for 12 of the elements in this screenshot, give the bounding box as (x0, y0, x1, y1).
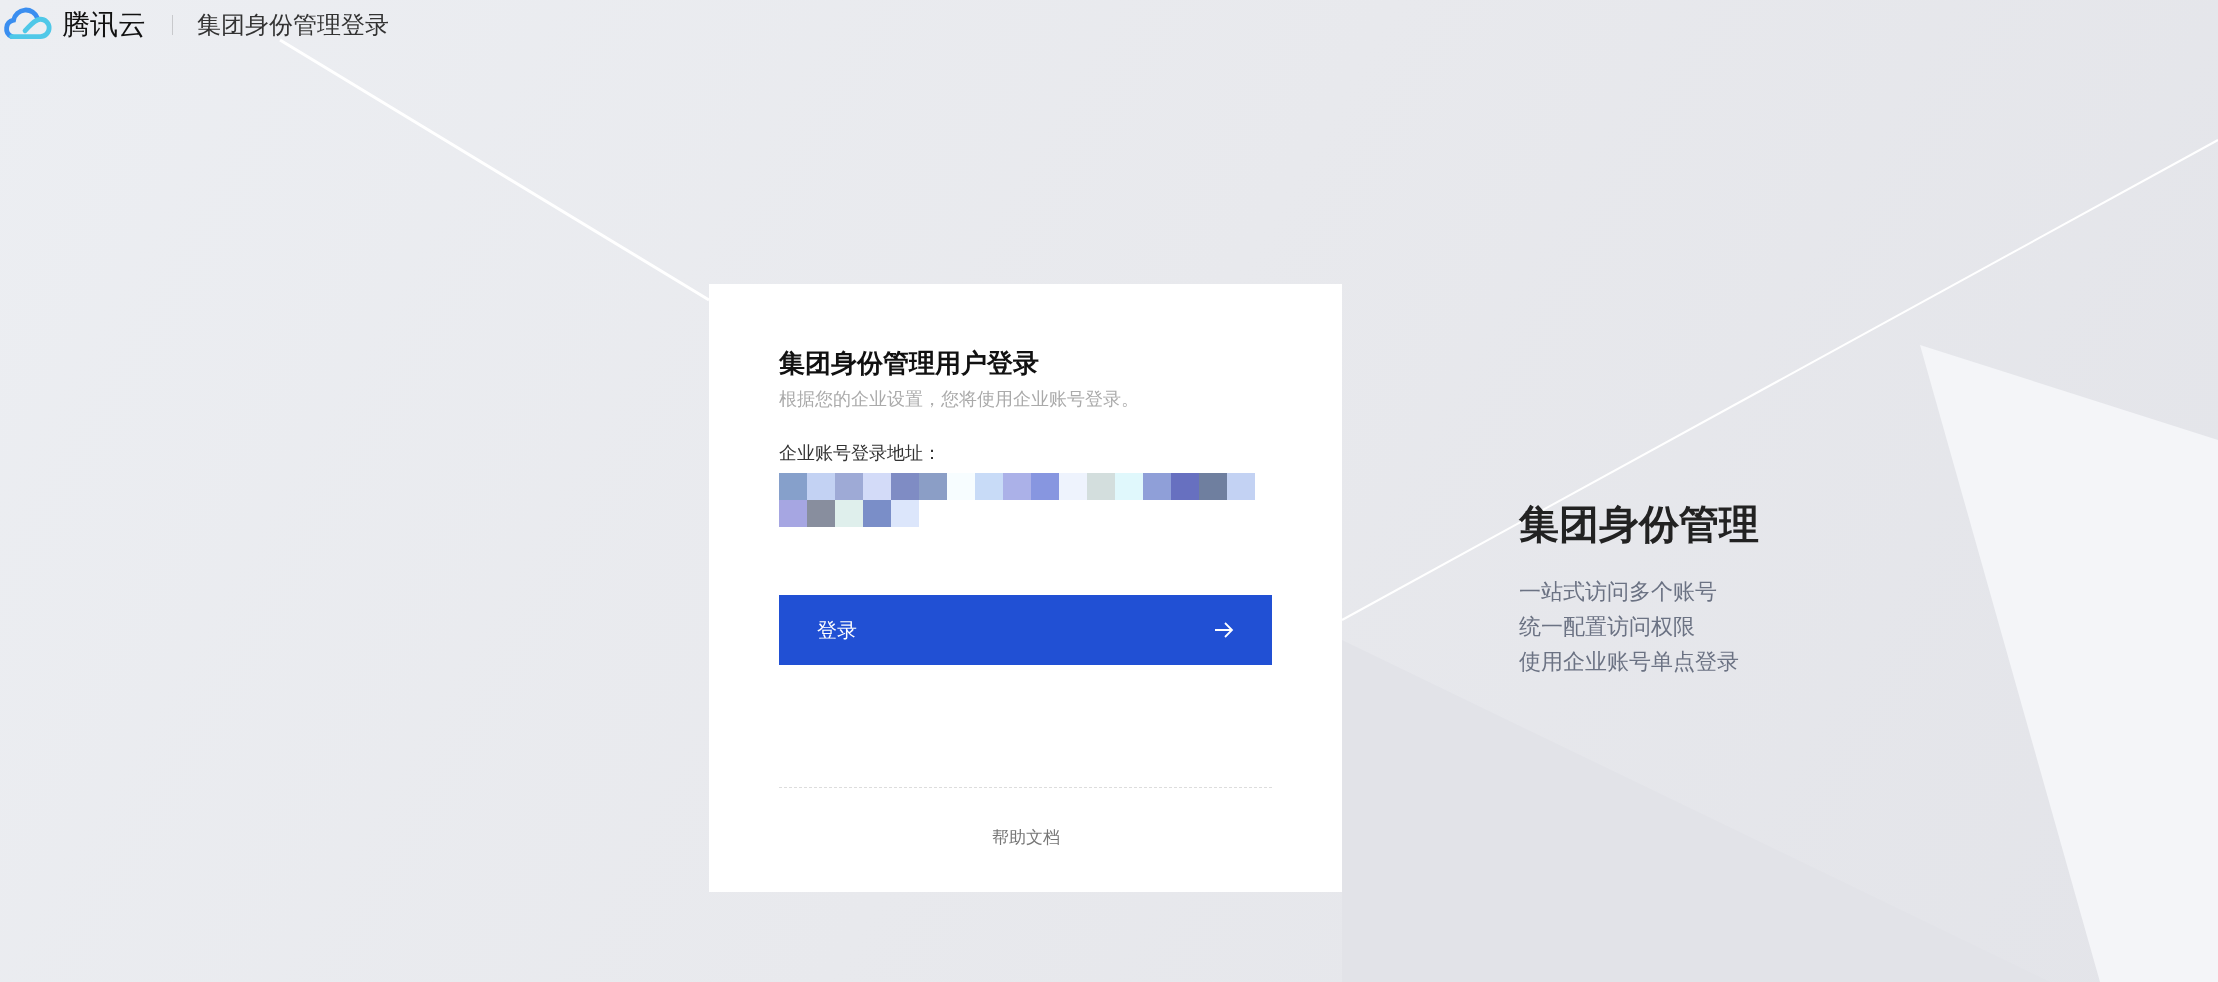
brand-name: 腾讯云 (62, 7, 146, 43)
help-docs-link[interactable]: 帮助文档 (991, 826, 1060, 849)
page-title: 集团身份管理登录 (197, 10, 389, 41)
intro-title: 集团身份管理 (1519, 500, 1759, 549)
feature-text: 统一配置访问权限 (1519, 613, 1696, 641)
feature-text: 使用企业账号单点登录 (1519, 648, 1740, 676)
arrow-right-icon (1214, 622, 1234, 638)
login-button[interactable]: 登录 (779, 595, 1272, 665)
card-title: 集团身份管理用户登录 (779, 347, 1040, 380)
address-label: 企业账号登录地址： (779, 441, 942, 465)
card-subtitle: 根据您的企业设置，您将使用企业账号登录。 (779, 387, 1140, 411)
feature-text: 一站式访问多个账号 (1519, 578, 1718, 606)
